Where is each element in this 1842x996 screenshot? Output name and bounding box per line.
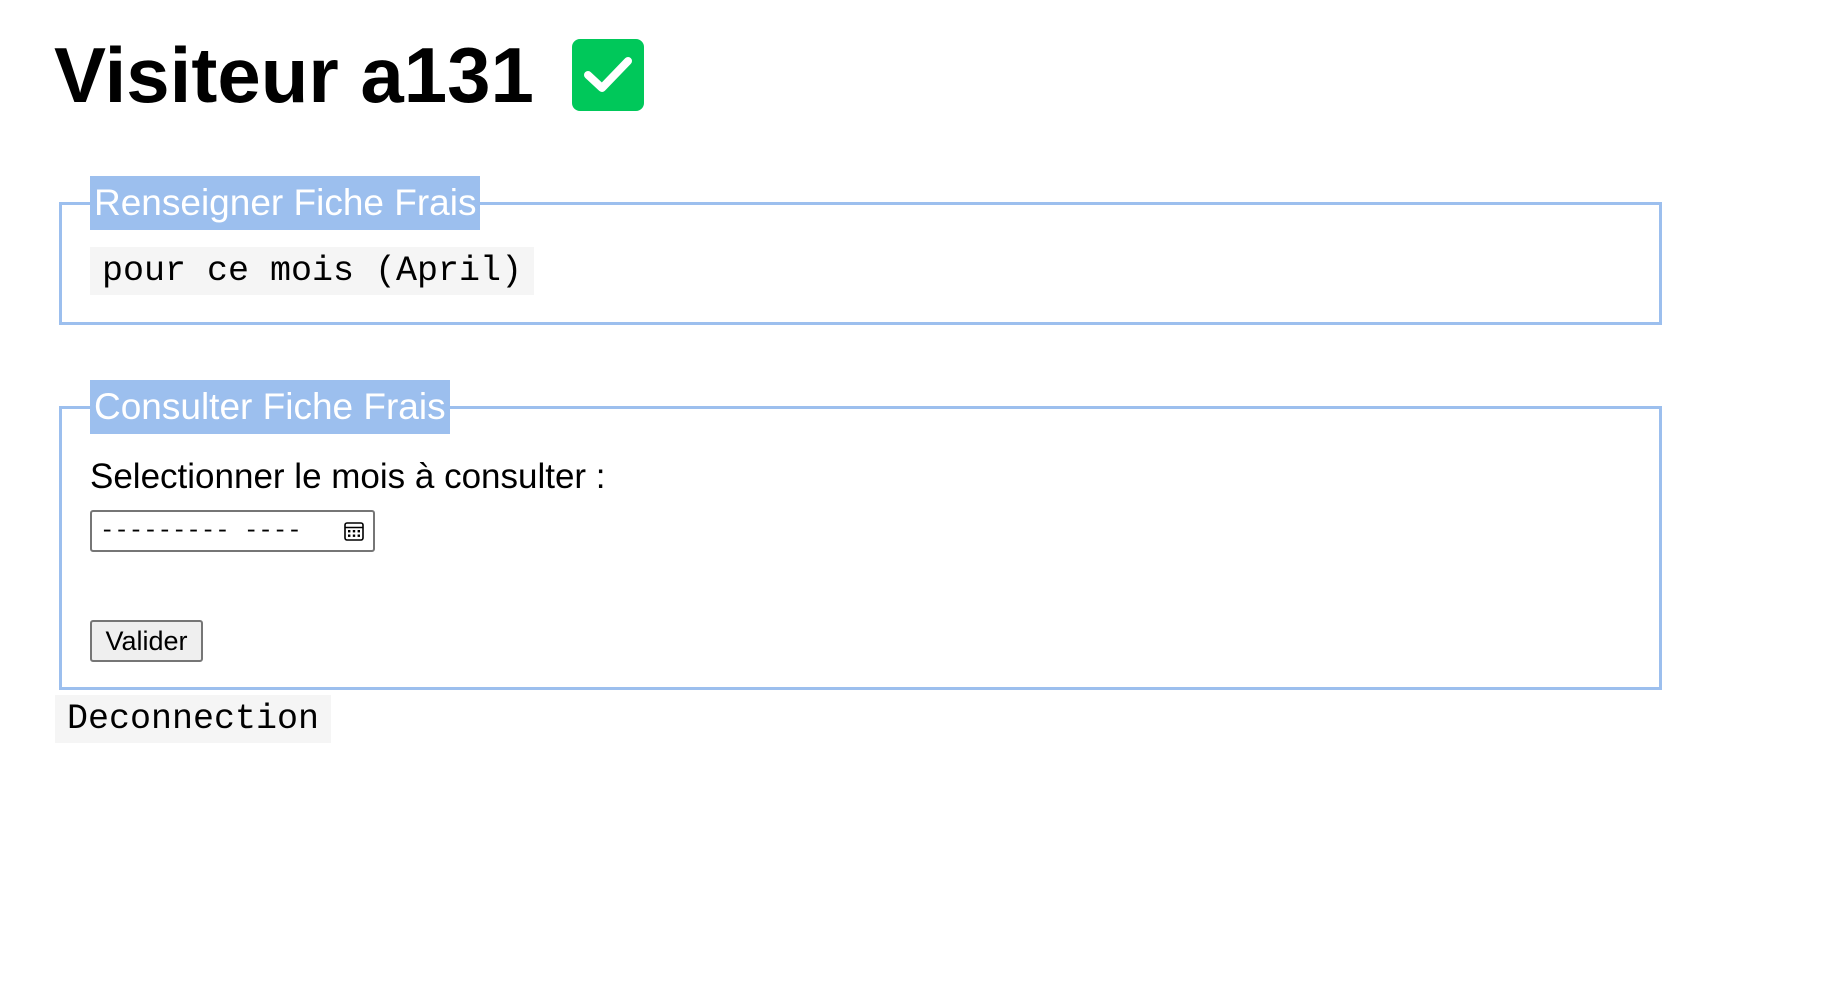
calendar-icon[interactable] bbox=[343, 520, 365, 542]
current-month-link[interactable]: pour ce mois (April) bbox=[90, 247, 535, 295]
renseigner-fiche-frais-panel: Renseigner Fiche Frais pour ce mois (Apr… bbox=[59, 176, 1662, 325]
consulter-fiche-frais-panel: Consulter Fiche Frais Selectionner le mo… bbox=[59, 380, 1662, 690]
select-month-label: Selectionner le mois à consulter : bbox=[90, 457, 606, 496]
check-icon-glyph bbox=[583, 57, 632, 92]
month-input-field[interactable] bbox=[90, 510, 375, 552]
check-icon bbox=[571, 39, 644, 111]
consulter-legend: Consulter Fiche Frais bbox=[90, 380, 450, 434]
valider-button[interactable]: Valider bbox=[90, 620, 203, 662]
header: Visiteur a131 bbox=[54, 30, 644, 120]
month-input[interactable] bbox=[92, 517, 330, 545]
page: Visiteur a131 Renseigner Fiche Frais pou… bbox=[0, 0, 1842, 996]
page-title: Visiteur a131 bbox=[54, 31, 534, 119]
renseigner-legend: Renseigner Fiche Frais bbox=[90, 176, 481, 230]
logout-link[interactable]: Deconnection bbox=[55, 695, 332, 743]
